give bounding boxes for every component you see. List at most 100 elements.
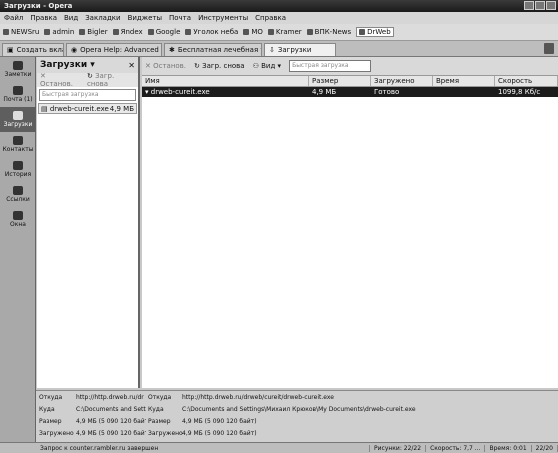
panel-title-dropdown-icon[interactable]: ▾ [87,60,95,70]
menu-mail[interactable]: Почта [169,14,191,22]
tab-bar: ▣ Создать вкладку ◉ Opera Help: Advanced… [0,41,558,57]
menu-help[interactable]: Справка [255,14,286,22]
panel-toolbar: ✕ Останов. ↻ Загр. снова [37,72,138,88]
panel-retry-button[interactable]: ↻ Загр. снова [87,72,135,88]
bookmark-admin[interactable]: admin [44,28,74,36]
menu-file[interactable]: Файл [4,14,23,22]
panel-header: Загрузки ▾ ✕ [37,57,138,73]
details-row-destination: Куда C:\Documents and Settin Куда C:\Doc… [39,405,416,413]
tab-downloads[interactable]: ⇩ Загрузки [264,43,336,56]
bookmark-mo[interactable]: MO [243,28,263,36]
bookmark-vpk-news[interactable]: ВПК-News [306,28,351,36]
source-url[interactable]: http://http.drweb.ru/drweb/cureit/drweb-… [182,394,334,401]
sidebar-item-windows[interactable]: Окна [0,207,36,232]
bookmark-newsru[interactable]: NEWSru [3,28,39,36]
bookmark-icon [267,29,274,35]
window-title-bar: Загрузки - Opera [0,0,558,12]
cell-name: ▾ drweb-cureit.exe [145,88,210,96]
bookmark-icon [359,29,366,35]
links-icon [13,186,23,195]
sidebar-item-mail[interactable]: Почта (1) [0,82,36,107]
bookmark-icon [79,29,86,35]
bookmark-icon [147,29,154,35]
file-icon: ▤ [41,104,50,113]
tab-opera-help[interactable]: ◉ Opera Help: Advanced Pre... [66,43,162,56]
status-progress: 22/20 [532,444,558,452]
page-icon: ✱ [169,46,175,54]
sidebar-item-contacts[interactable]: Контакты [0,132,36,157]
bookmark-icon [243,29,250,35]
quick-download-input[interactable]: Быстрая загрузка [289,60,372,72]
download-icon: ⇩ [269,46,275,54]
cell-loaded: Готово [374,88,400,96]
page-icon: ◉ [71,46,78,54]
menu-view[interactable]: Вид [64,14,78,22]
sidebar-item-links[interactable]: Ссылки [0,182,36,207]
bookmark-icon [3,29,9,35]
retry-button[interactable]: ↻ Загр. снова [194,62,245,70]
bookmark-bigler[interactable]: Bigler [79,28,108,36]
panel-download-item[interactable]: ▤ drweb-cureit.exe 4,9 МБ [38,103,137,114]
trash-icon[interactable] [544,43,554,54]
destination-path[interactable]: C:\Documents and Settings\Михаил Крюков\… [182,406,416,413]
status-time: Время: 0:01 [485,444,532,452]
panel-quick-download-input[interactable]: Быстрая загрузка [39,89,136,101]
mail-icon [13,86,23,95]
column-time[interactable]: Время [433,76,495,86]
new-tab-icon: ▣ [7,46,14,54]
downloads-panel: Загрузки ▾ ✕ ✕ Останов. ↻ Загр. снова Бы… [37,57,140,388]
panel-sidebar: Заметки Почта (1) Загрузки Контакты Исто… [0,57,36,442]
details-row-loaded: Загружено 4,9 МБ (5 090 120 байт) Загруж… [39,429,257,437]
cell-time [433,87,495,97]
panel-stop-button[interactable]: ✕ Останов. [40,72,79,88]
details-row-source: Откуда http://http.drweb.ru/dr Откуда ht… [39,393,334,401]
cell-size: 4,9 МБ [312,88,337,96]
menu-bookmarks[interactable]: Закладки [85,14,120,22]
window-title: Загрузки - Opera [4,2,73,10]
bookmark-kramer[interactable]: Kramer [267,28,302,36]
status-bar: Запрос к counter.rambler.ru завершен Рис… [0,442,558,453]
status-message: Запрос к counter.rambler.ru завершен [36,444,370,452]
close-panel-icon[interactable]: ✕ [128,61,135,70]
status-speed: Скорость: 7,7 ... [426,444,486,452]
menu-bar: Файл Правка Вид Закладки Виджеты Почта И… [0,12,558,24]
menu-widgets[interactable]: Виджеты [128,14,162,22]
maximize-icon[interactable] [535,1,545,10]
contacts-icon [13,136,23,145]
column-size[interactable]: Размер [309,76,371,86]
sidebar-item-downloads[interactable]: Загрузки [0,107,36,132]
view-button[interactable]: ⚇ Вид ▾ [253,62,281,70]
column-speed[interactable]: Скорость [495,76,558,86]
windows-icon [13,211,23,220]
bookmark-drweb[interactable]: DrWeb [356,27,394,37]
panel-title[interactable]: Загрузки [40,60,87,70]
bookmark-icon [44,29,51,35]
history-icon [13,161,23,170]
bookmark-icon [185,29,192,35]
table-header: Имя Размер Загружено Время Скорость [142,76,558,87]
bookmark-icon [112,29,119,35]
stop-button[interactable]: ✕ Останов. [145,62,186,70]
bookmark-sky-corner[interactable]: Уголок неба [185,28,238,36]
table-row[interactable]: ▾ drweb-cureit.exe 4,9 МБ Готово 1099,8 … [142,87,558,97]
notes-icon [13,61,23,70]
minimize-icon[interactable] [524,1,534,10]
sidebar-item-history[interactable]: История [0,157,36,182]
bookmark-yandex[interactable]: Яndex [112,28,143,36]
new-tab-button[interactable]: ▣ Создать вкладку [2,43,64,56]
menu-tools[interactable]: Инструменты [198,14,248,22]
status-images: Рисунки: 22/22 [370,444,427,452]
cell-speed: 1099,8 Кб/с [498,88,541,96]
download-details: Откуда http://http.drweb.ru/dr Откуда ht… [36,390,558,442]
tab-free-cure[interactable]: ✱ Бесплатная лечебная ут... ✕ [164,43,262,56]
details-row-size: Размер 4,9 МБ (5 090 120 байт) Размер 4,… [39,417,257,425]
column-name[interactable]: Имя [142,76,309,86]
sidebar-item-notes[interactable]: Заметки [0,57,36,82]
menu-edit[interactable]: Правка [30,14,57,22]
bookmark-google[interactable]: Google [147,28,180,36]
column-loaded[interactable]: Загружено [371,76,433,86]
bookmark-icon [306,29,313,35]
main-toolbar: ✕ Останов. ↻ Загр. снова ⚇ Вид ▾ Быстрая… [142,57,558,76]
download-icon [13,111,23,120]
close-icon[interactable] [546,1,556,10]
